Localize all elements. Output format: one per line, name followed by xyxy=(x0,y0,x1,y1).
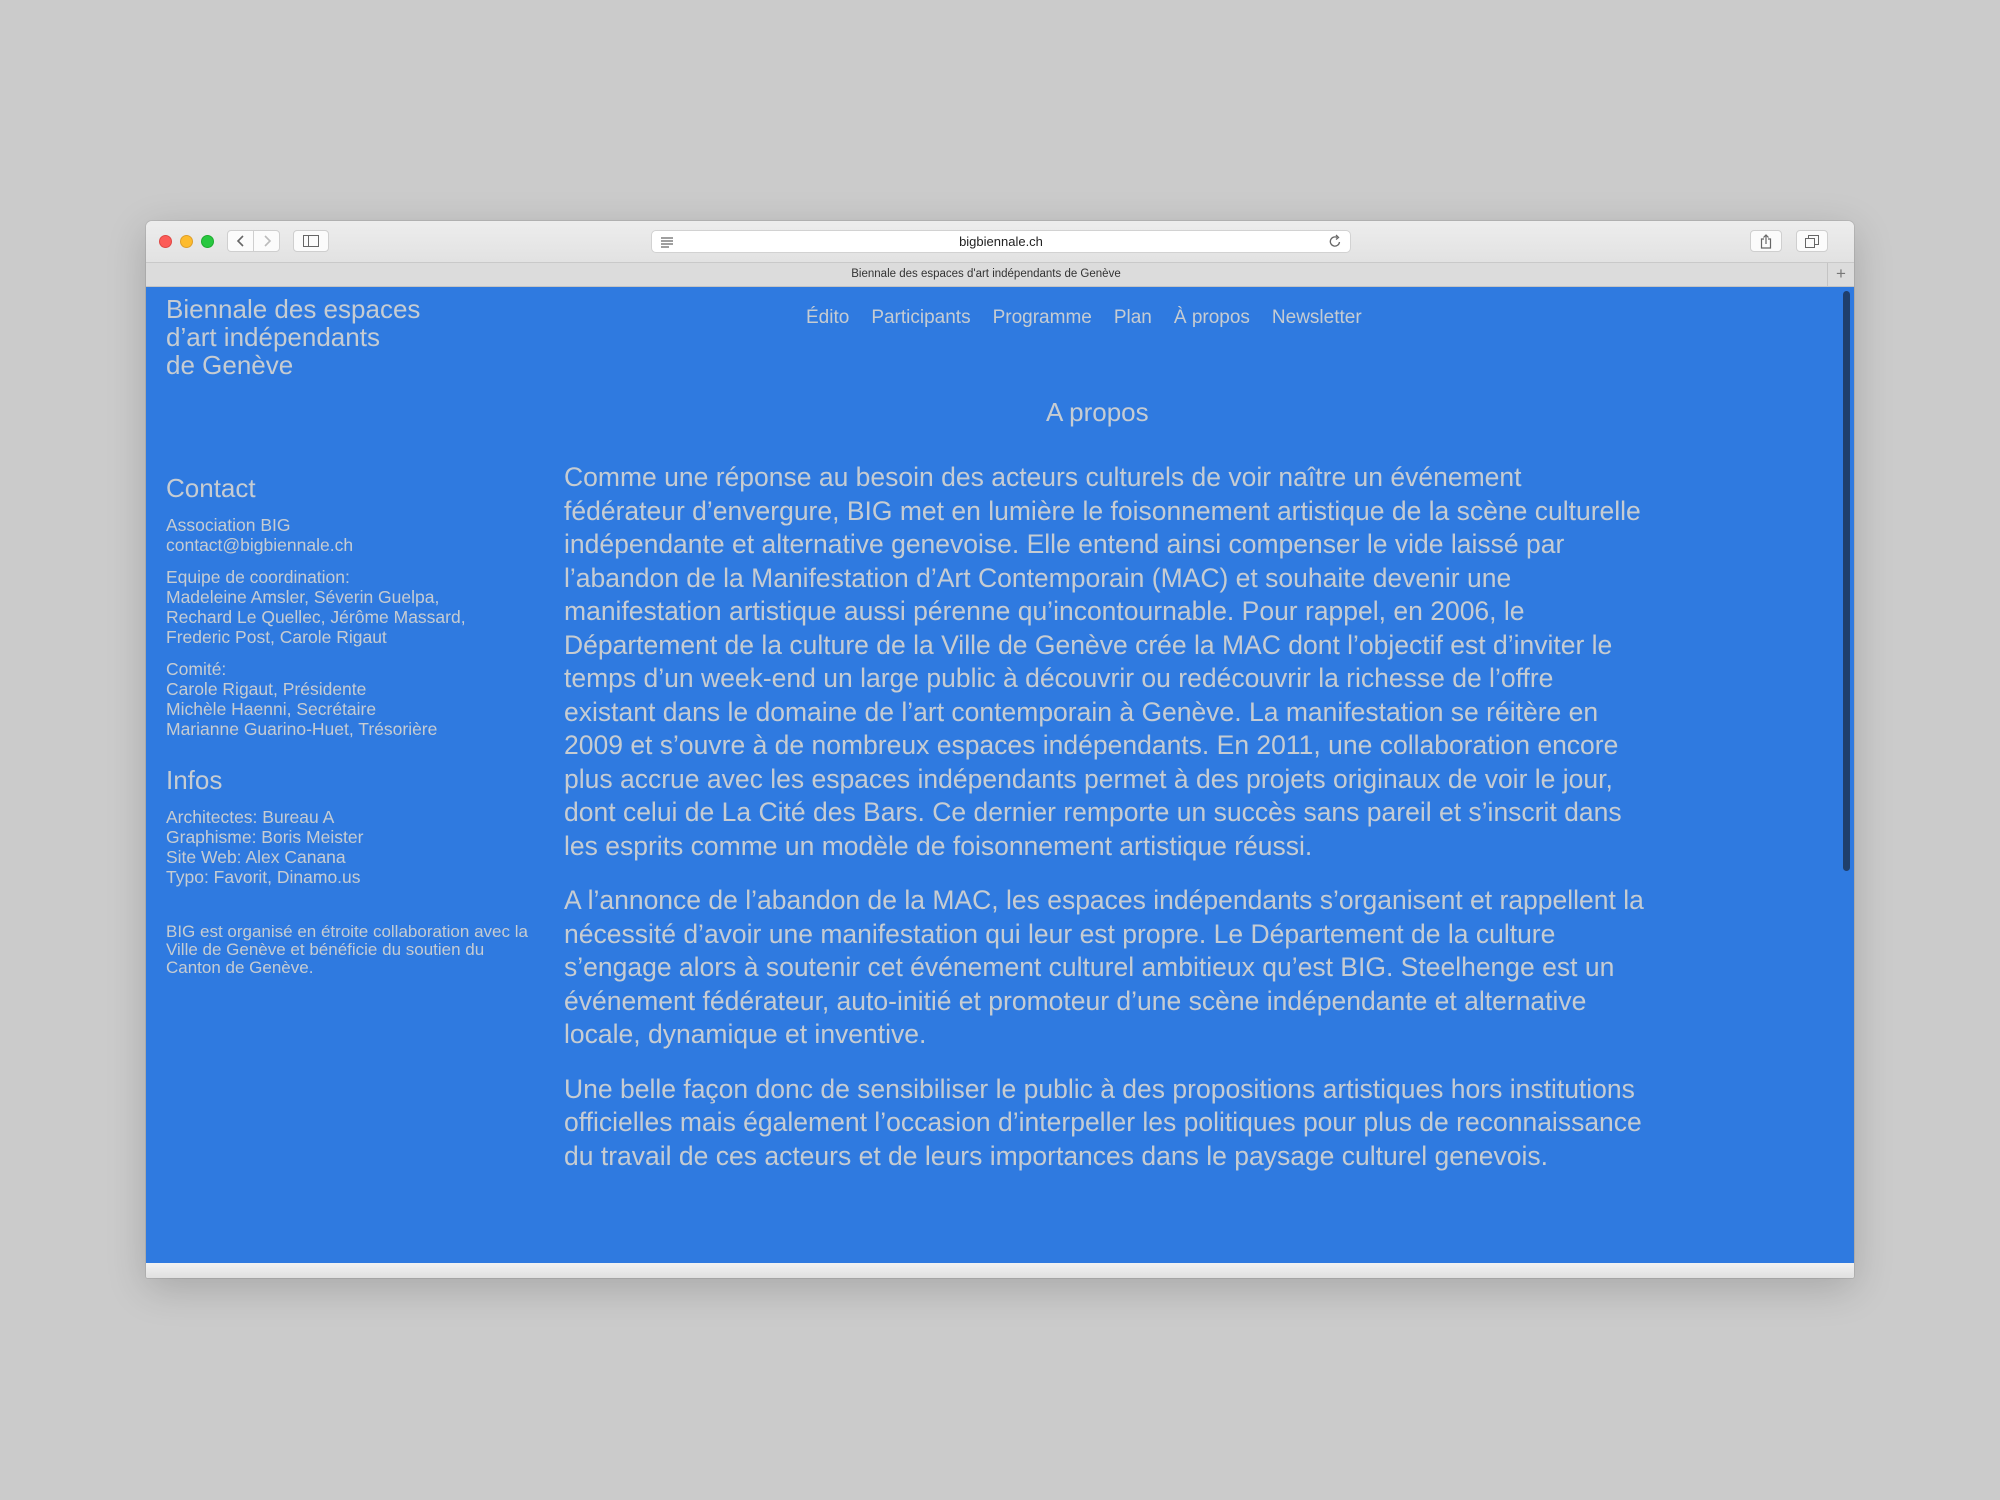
about-content: Comme une réponse au besoin des acteurs … xyxy=(564,461,1644,1194)
page-scrollbar[interactable] xyxy=(1843,291,1850,871)
reload-icon[interactable] xyxy=(1328,234,1342,254)
contact-heading: Contact xyxy=(166,473,256,503)
chevron-left-icon xyxy=(236,235,244,247)
tab-active[interactable]: Biennale des espaces d'art indépendants … xyxy=(146,263,1826,286)
url-text[interactable]: bigbiennale.ch xyxy=(652,231,1350,252)
committee: Comité: Carole Rigaut, Présidente Michèl… xyxy=(166,659,438,739)
about-paragraph: Comme une réponse au besoin des acteurs … xyxy=(564,462,1641,861)
nav-item-plan[interactable]: Plan xyxy=(1114,307,1152,329)
share-button[interactable] xyxy=(1750,230,1782,252)
nav-item-newsletter[interactable]: Newsletter xyxy=(1272,307,1362,329)
back-button[interactable] xyxy=(227,230,254,252)
nav-item-participants[interactable]: Participants xyxy=(871,307,970,329)
browser-window: bigbiennale.ch Biennale des espaces d'ar… xyxy=(146,221,1854,1278)
contact-association[interactable]: Association BIG contact@bigbiennale.ch xyxy=(166,515,536,555)
nav-item-edito[interactable]: Édito xyxy=(806,307,849,329)
about-paragraph: A l’annonce de l’abandon de la MAC, les … xyxy=(564,885,1644,1049)
tabs-icon xyxy=(1805,234,1819,248)
credits: Architectes: Bureau A Graphisme: Boris M… xyxy=(166,807,364,887)
sidebar: Contact Association BIG contact@bigbienn… xyxy=(166,473,536,989)
close-window-button[interactable] xyxy=(159,235,172,248)
site-title[interactable]: Biennale des espaces d’art indépendants … xyxy=(166,295,526,379)
share-icon xyxy=(1760,233,1772,249)
sidebar-icon xyxy=(303,235,319,247)
address-bar[interactable]: bigbiennale.ch xyxy=(651,230,1351,253)
web-page: Biennale des espaces d’art indépendants … xyxy=(146,287,1854,1263)
main-nav: Édito Participants Programme Plan À prop… xyxy=(806,307,1362,329)
minimize-window-button[interactable] xyxy=(180,235,193,248)
window-bottom-edge xyxy=(146,1263,1854,1278)
about-paragraph: Une belle façon donc de sensibiliser le … xyxy=(564,1073,1642,1171)
maximize-window-button[interactable] xyxy=(201,235,214,248)
coordination-team: Equipe de coordination: Madeleine Amsler… xyxy=(166,567,466,647)
tab-bar: Biennale des espaces d'art indépendants … xyxy=(146,263,1854,287)
sidebar-toggle-button[interactable] xyxy=(293,230,329,252)
partnership-note: BIG est organisé en étroite collaboratio… xyxy=(166,922,528,977)
forward-button[interactable] xyxy=(253,230,280,252)
new-tab-button[interactable]: + xyxy=(1827,263,1854,286)
chevron-right-icon xyxy=(263,235,271,247)
nav-item-a-propos[interactable]: À propos xyxy=(1174,307,1250,329)
nav-item-programme[interactable]: Programme xyxy=(993,307,1092,329)
infos-heading: Infos xyxy=(166,765,223,795)
page-title: A propos xyxy=(1046,397,1149,427)
browser-toolbar: bigbiennale.ch xyxy=(146,221,1854,263)
tab-overview-button[interactable] xyxy=(1796,230,1828,252)
